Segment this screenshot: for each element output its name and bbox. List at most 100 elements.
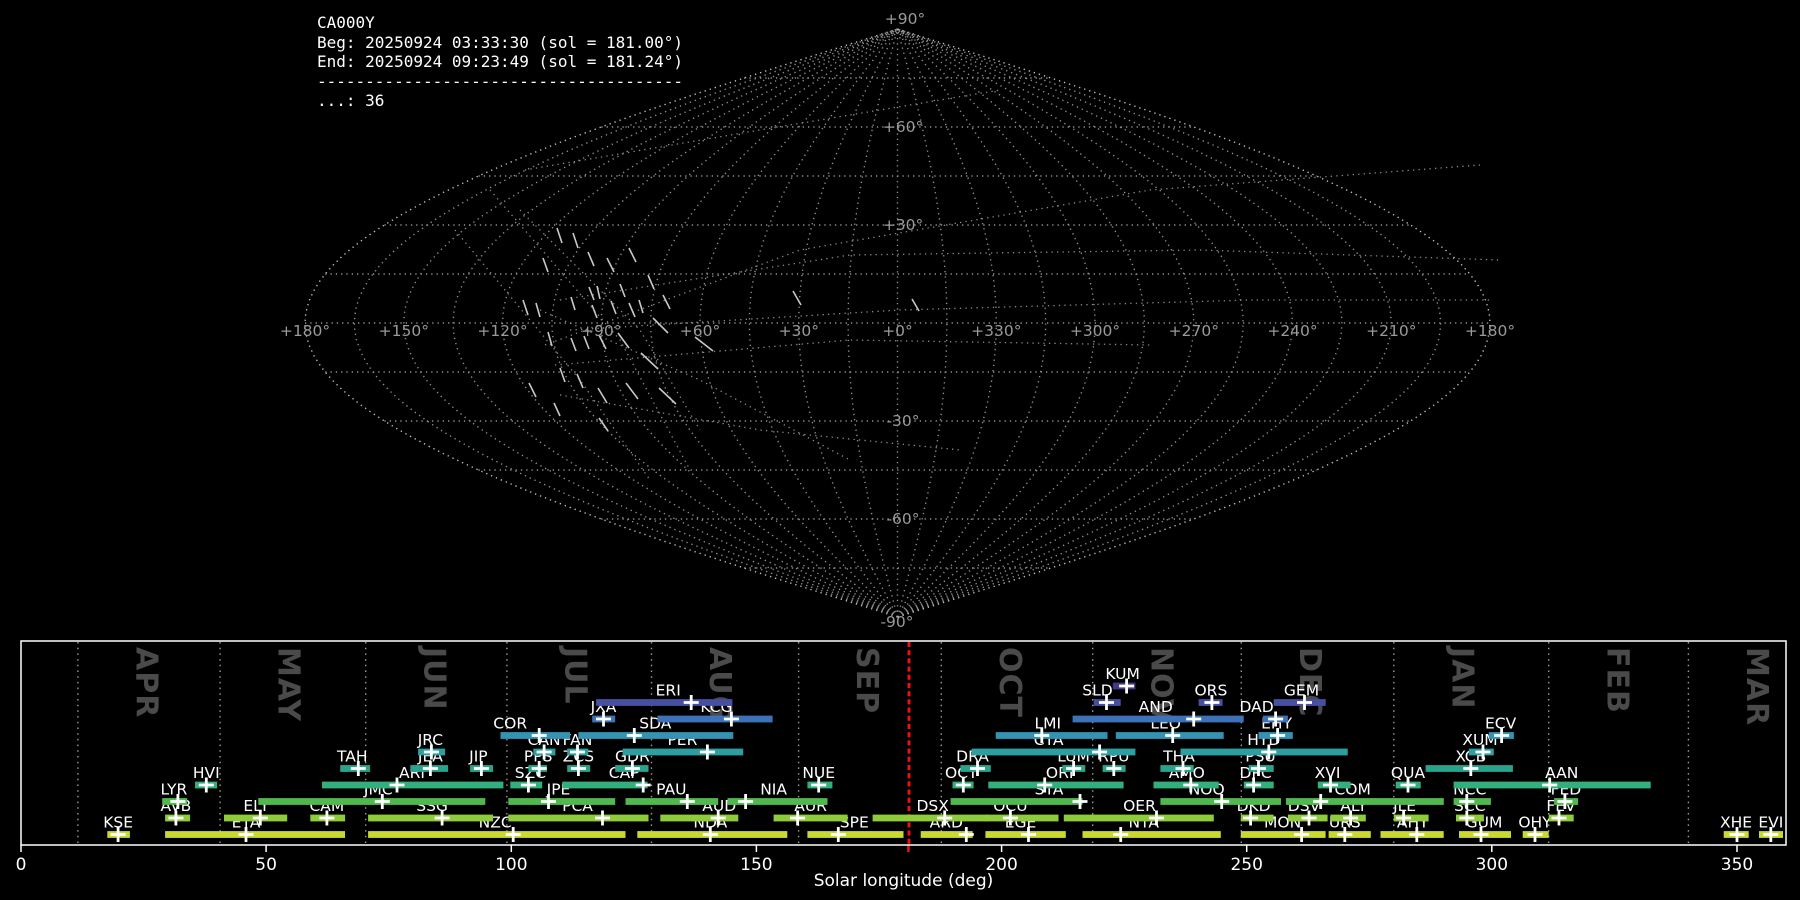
meteor-segment [522, 299, 529, 316]
month-label: APR [129, 647, 164, 718]
x-axis-title: Solar longitude (deg) [814, 871, 994, 891]
camera-id: CA000Y [317, 13, 375, 32]
shower-bar-NTA [1082, 831, 1221, 838]
month-label: JUN [416, 645, 451, 711]
radiant-trace [559, 249, 1501, 301]
x-tick-label: 50 [255, 855, 277, 875]
meteor-segment [628, 247, 637, 263]
shower-peak-marker-PCA [595, 810, 610, 826]
month-label: SEP [849, 647, 884, 714]
shower-label-JIP: JIP [468, 748, 488, 766]
radiant-trace [554, 339, 1151, 366]
meteor-segment [587, 251, 595, 267]
map-lon-label: +150° [379, 322, 429, 340]
map-lon-label: +300° [1070, 322, 1120, 340]
map-lat-label: +60° [883, 118, 923, 136]
month-label: JUL [558, 645, 593, 705]
map-lat-label: -30° [886, 412, 919, 430]
shower-peak-marker-ERI [683, 695, 699, 710]
shower-label-GEM: GEM [1284, 682, 1319, 700]
map-lon-label: +90° [581, 322, 621, 340]
map-lon-label: +120° [477, 322, 527, 340]
end-time-line: End: 20250924 09:23:49 (sol = 181.24°) [317, 52, 684, 71]
shower-label-ERI: ERI [656, 682, 681, 700]
month-label: JAN [1444, 645, 1479, 710]
shower-label-AAN: AAN [1545, 764, 1578, 782]
meteor-segment [542, 257, 549, 273]
shower-label-XVI: XVI [1315, 764, 1341, 782]
meteor-segment [570, 337, 577, 352]
shower-label-OHY: OHY [1518, 814, 1552, 832]
map-lon-label: +330° [971, 322, 1021, 340]
activity-timeline: APR MAY JUN JUL AUG SEP OCT NOV DEC JAN FEB MARKSE E… [16, 640, 1787, 891]
meteor-segment [911, 298, 920, 312]
shower-label-LMI: LMI [1035, 715, 1062, 733]
separator-line: -------------------------------------- [317, 71, 684, 91]
app-window: +180° +150° +120° +90° +60° +30° +0° +330° +300°… [0, 0, 1800, 900]
x-tick-label: 350 [1721, 855, 1753, 875]
shower-bar-COM [1285, 798, 1444, 805]
shower-bar-MON [1240, 831, 1326, 838]
x-tick-label: 150 [740, 855, 772, 875]
meteor-segment [647, 274, 655, 290]
map-lon-label: +180° [280, 322, 330, 340]
shower-peak-marker-PER [699, 744, 715, 760]
shower-bar-ORI [988, 781, 1124, 789]
map-lon-label: +0° [882, 322, 913, 340]
shower-bar-OER [1063, 814, 1214, 822]
shower-bar-ARI [322, 781, 504, 789]
meteor-segment [572, 232, 579, 249]
shower-label-XHE: XHE [1720, 814, 1752, 832]
shower-bar-LMI [995, 732, 1108, 739]
meteor-segment [792, 290, 802, 306]
shower-peak-marker-NIA [738, 794, 754, 809]
meteor-segment [598, 417, 609, 432]
shower-bar-PCA [508, 814, 649, 822]
shower-label-SLD: SLD [1082, 682, 1112, 700]
grid-meridian [600, 28, 898, 618]
shower-bar-STA [950, 798, 1083, 805]
shower-peak-marker-AND [1186, 711, 1202, 727]
meteor-segment [547, 331, 553, 347]
map-north-pole-label: +90° [885, 10, 925, 28]
shower-label-PAU: PAU [656, 781, 686, 799]
meteor-segment [662, 294, 671, 310]
shower-label-HVI: HVI [193, 764, 220, 782]
meteor-segment [591, 304, 598, 319]
info-header: CA000Y Beg: 20250924 03:33:30 (sol = 181.… [317, 13, 683, 111]
shower-bar-PER [622, 748, 744, 756]
shower-bar-OCU [985, 814, 1059, 822]
meteor-count-line: ...: 36 [317, 91, 385, 110]
map-lon-label: +210° [1366, 322, 1416, 340]
shower-bar-JPE [508, 798, 616, 805]
shower-bar-ERI [596, 699, 733, 706]
shower-peak-marker-NTA [1113, 827, 1129, 842]
shower-bar-CAP [562, 781, 648, 789]
meteor-segment [528, 382, 537, 398]
meteor-segment [553, 402, 561, 417]
shower-label-KUM: KUM [1105, 665, 1139, 683]
shower-label-ECV: ECV [1485, 715, 1517, 733]
map-lon-label: +270° [1169, 322, 1219, 340]
shower-bar-PAU [625, 798, 719, 805]
month-label: OCT [992, 647, 1027, 718]
map-lon-label: +180° [1465, 322, 1515, 340]
shower-label-NIA: NIA [760, 781, 787, 799]
x-tick-label: 300 [1476, 855, 1508, 875]
month-label: MAY [271, 647, 306, 722]
shower-bar-NZC [368, 831, 626, 838]
x-tick-label: 250 [1230, 855, 1262, 875]
shower-label-DAD: DAD [1239, 698, 1273, 716]
meteor-segment [535, 302, 541, 318]
map-lon-label: +240° [1267, 322, 1317, 340]
shower-bar-SSG [368, 814, 494, 822]
map-lat-label: +30° [883, 216, 923, 234]
radiant-trace [454, 229, 651, 481]
shower-bar-SDA [578, 732, 734, 739]
meteor-segment [638, 299, 644, 314]
meteor-segment [610, 300, 617, 315]
meteor-segment [640, 352, 659, 370]
shower-label-LYR: LYR [160, 781, 187, 799]
meteor-segment [652, 317, 669, 334]
shower-peak-marker-STA [1072, 794, 1088, 809]
